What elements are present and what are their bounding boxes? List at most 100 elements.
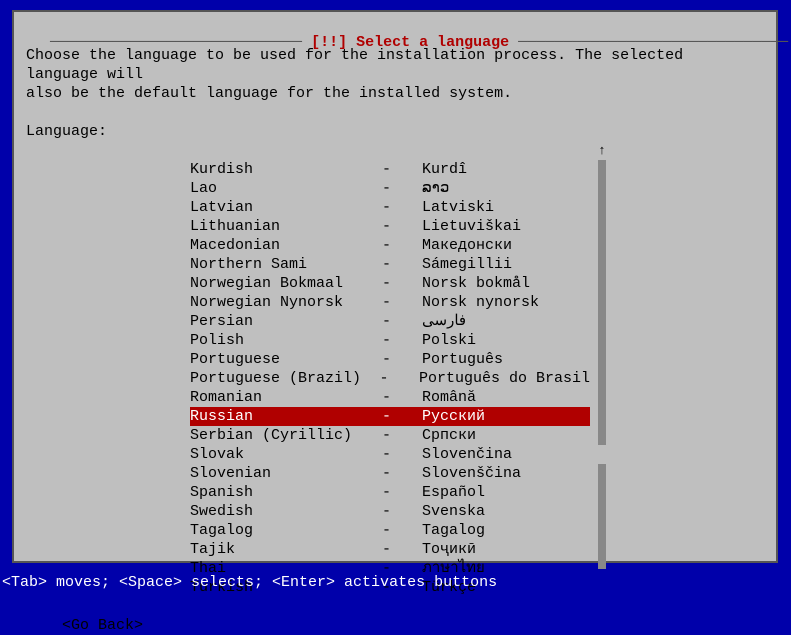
go-back-button[interactable]: <Go Back> bbox=[62, 616, 764, 635]
language-separator: - bbox=[382, 540, 422, 559]
language-separator: - bbox=[382, 502, 422, 521]
language-name: Northern Sami bbox=[190, 255, 382, 274]
language-item[interactable]: Norwegian Bokmaal-Norsk bokmål bbox=[190, 274, 590, 293]
language-native: Português do Brasil bbox=[419, 369, 590, 388]
language-native: Tagalog bbox=[422, 521, 590, 540]
language-separator: - bbox=[382, 464, 422, 483]
language-separator: - bbox=[382, 521, 422, 540]
scroll-track bbox=[598, 531, 606, 550]
language-native: Español bbox=[422, 483, 590, 502]
scroll-track bbox=[598, 512, 606, 531]
language-item[interactable]: Slovenian-Slovenščina bbox=[190, 464, 590, 483]
language-label: Language: bbox=[26, 122, 764, 141]
language-name: Polish bbox=[190, 331, 382, 350]
language-item[interactable]: Russian-Русский bbox=[190, 407, 590, 426]
language-item[interactable]: Northern Sami-Sámegillii bbox=[190, 255, 590, 274]
language-name: Romanian bbox=[190, 388, 382, 407]
scroll-track bbox=[598, 550, 606, 569]
language-name: Norwegian Bokmaal bbox=[190, 274, 382, 293]
language-native: Тоҷикӣ bbox=[422, 540, 590, 559]
language-item[interactable]: Latvian-Latviski bbox=[190, 198, 590, 217]
scroll-track bbox=[598, 369, 606, 388]
language-name: Macedonian bbox=[190, 236, 382, 255]
language-name: Latvian bbox=[190, 198, 382, 217]
language-name: Tajik bbox=[190, 540, 382, 559]
language-native: Polski bbox=[422, 331, 590, 350]
scroll-track bbox=[598, 217, 606, 236]
scrollbar[interactable]: ↑ bbox=[598, 141, 607, 569]
scroll-track bbox=[598, 198, 606, 217]
scroll-track bbox=[598, 160, 606, 179]
language-separator: - bbox=[382, 312, 422, 331]
language-native: Sámegillii bbox=[422, 255, 590, 274]
dialog: ──────────────────────────── [!!] Select… bbox=[12, 10, 778, 563]
language-item[interactable]: Tajik-Тоҷикӣ bbox=[190, 540, 590, 559]
language-separator: - bbox=[382, 217, 422, 236]
language-name: Lithuanian bbox=[190, 217, 382, 236]
language-name: Slovenian bbox=[190, 464, 382, 483]
scroll-track bbox=[598, 350, 606, 369]
language-item[interactable]: Polish-Polski bbox=[190, 331, 590, 350]
language-item[interactable]: Lao-ລາວ bbox=[190, 179, 590, 198]
scroll-track bbox=[598, 236, 606, 255]
language-separator: - bbox=[379, 369, 418, 388]
language-native: Kurdî bbox=[422, 160, 590, 179]
language-item[interactable]: Macedonian-Македонски bbox=[190, 236, 590, 255]
scroll-up-icon[interactable]: ↑ bbox=[598, 141, 606, 160]
language-name: Serbian (Cyrillic) bbox=[190, 426, 382, 445]
language-name: Persian bbox=[190, 312, 382, 331]
language-item[interactable]: Portuguese-Português bbox=[190, 350, 590, 369]
language-item[interactable]: Persian-فارسی bbox=[190, 312, 590, 331]
language-item[interactable]: Portuguese (Brazil)-Português do Brasil bbox=[190, 369, 590, 388]
language-native: Română bbox=[422, 388, 590, 407]
language-name: Lao bbox=[190, 179, 382, 198]
language-native: فارسی bbox=[422, 312, 590, 331]
language-list[interactable]: Kurdish-KurdîLao-ລາວLatvian-LatviskiLith… bbox=[190, 160, 590, 597]
language-native: Српски bbox=[422, 426, 590, 445]
scroll-track bbox=[598, 426, 606, 445]
scroll-track bbox=[598, 293, 606, 312]
language-separator: - bbox=[382, 236, 422, 255]
language-item[interactable]: Serbian (Cyrillic)-Српски bbox=[190, 426, 590, 445]
language-item[interactable]: Kurdish-Kurdî bbox=[190, 160, 590, 179]
language-native: Македонски bbox=[422, 236, 590, 255]
language-item[interactable]: Norwegian Nynorsk-Norsk nynorsk bbox=[190, 293, 590, 312]
language-native: Latviski bbox=[422, 198, 590, 217]
language-separator: - bbox=[382, 293, 422, 312]
title-border-right: ────────────────────────────── bbox=[509, 34, 788, 51]
language-name: Swedish bbox=[190, 502, 382, 521]
language-name: Slovak bbox=[190, 445, 382, 464]
language-native: ລາວ bbox=[422, 179, 590, 198]
language-item[interactable]: Swedish-Svenska bbox=[190, 502, 590, 521]
language-name: Portuguese (Brazil) bbox=[190, 369, 379, 388]
language-separator: - bbox=[382, 198, 422, 217]
scroll-track bbox=[598, 274, 606, 293]
scroll-thumb[interactable] bbox=[598, 464, 606, 474]
language-separator: - bbox=[382, 483, 422, 502]
language-item[interactable]: Tagalog-Tagalog bbox=[190, 521, 590, 540]
scroll-track bbox=[598, 312, 606, 331]
scroll-track bbox=[598, 474, 606, 493]
language-item[interactable]: Slovak-Slovenčina bbox=[190, 445, 590, 464]
language-separator: - bbox=[382, 274, 422, 293]
language-separator: - bbox=[382, 331, 422, 350]
language-name: Spanish bbox=[190, 483, 382, 502]
language-separator: - bbox=[382, 255, 422, 274]
dialog-content: Choose the language to be used for the i… bbox=[14, 12, 776, 635]
language-separator: - bbox=[382, 350, 422, 369]
help-bar: <Tab> moves; <Space> selects; <Enter> ac… bbox=[0, 574, 499, 591]
language-separator: - bbox=[382, 179, 422, 198]
language-native: Norsk nynorsk bbox=[422, 293, 590, 312]
language-name: Russian bbox=[190, 407, 382, 426]
language-item[interactable]: Lithuanian-Lietuviškai bbox=[190, 217, 590, 236]
language-item[interactable]: Romanian-Română bbox=[190, 388, 590, 407]
language-native: Português bbox=[422, 350, 590, 369]
scroll-track bbox=[598, 255, 606, 274]
title-border-left: ──────────────────────────── bbox=[50, 34, 311, 51]
language-native: Slovenščina bbox=[422, 464, 590, 483]
language-name: Norwegian Nynorsk bbox=[190, 293, 382, 312]
language-item[interactable]: Spanish-Español bbox=[190, 483, 590, 502]
scroll-track bbox=[598, 407, 606, 426]
dialog-title-bar: ──────────────────────────── [!!] Select… bbox=[14, 17, 776, 68]
language-name: Portuguese bbox=[190, 350, 382, 369]
